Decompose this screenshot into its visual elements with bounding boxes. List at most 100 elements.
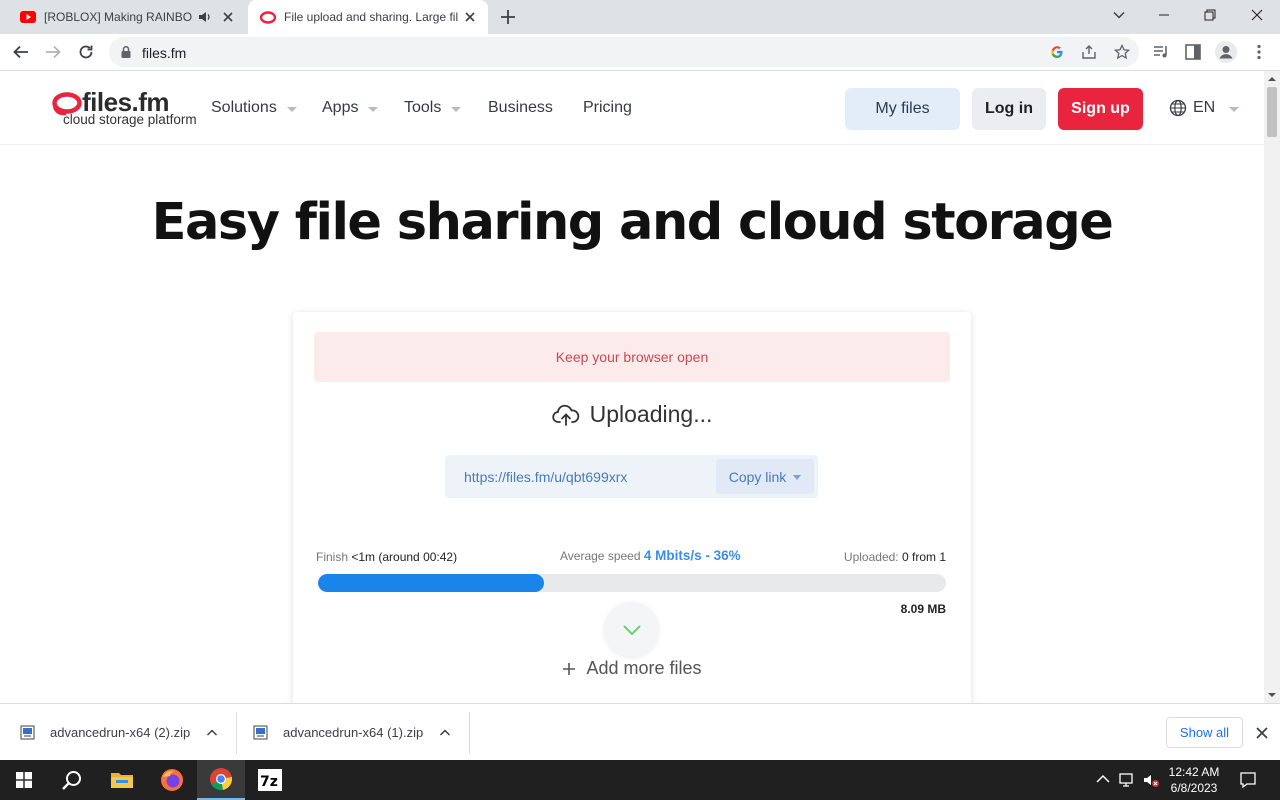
- firefox-button[interactable]: [148, 760, 196, 800]
- tab-search-button[interactable]: [1096, 0, 1142, 30]
- sign-up-button[interactable]: Sign up: [1058, 88, 1143, 130]
- scrollbar-thumb[interactable]: [1267, 87, 1277, 137]
- caret-down-icon: [286, 106, 297, 112]
- network-icon[interactable]: [1118, 771, 1136, 789]
- media-control-icon[interactable]: [1152, 43, 1170, 61]
- volume-muted-icon[interactable]: [1142, 771, 1160, 789]
- lock-icon[interactable]: [120, 45, 132, 59]
- notifications-icon[interactable]: [1239, 771, 1257, 789]
- nav-pricing[interactable]: Pricing: [583, 99, 632, 117]
- tab-title: File upload and sharing. Large fil: [284, 10, 459, 24]
- nav-tools[interactable]: Tools: [404, 99, 462, 117]
- close-window-button[interactable]: [1234, 0, 1280, 30]
- uploaded-value: 0 from 1: [901, 550, 946, 564]
- chevron-up-icon[interactable]: [439, 727, 451, 739]
- back-button[interactable]: [9, 40, 33, 64]
- download-separator: [469, 712, 470, 754]
- download-shelf: advancedrun-x64 (2).zip advancedrun-x64 …: [0, 703, 1280, 760]
- caret-down-icon: [368, 106, 379, 112]
- share-link-box: https://files.fm/u/qbt699xrx Copy link: [445, 455, 818, 498]
- language-selector[interactable]: EN: [1169, 99, 1240, 117]
- close-tab-icon[interactable]: [462, 9, 478, 25]
- menu-dots-icon[interactable]: [1250, 43, 1268, 61]
- page-scrollbar[interactable]: [1264, 71, 1280, 703]
- nav-apps[interactable]: Apps: [322, 99, 379, 117]
- chevron-up-icon[interactable]: [206, 727, 218, 739]
- scroll-down-arrow-icon[interactable]: [1264, 689, 1280, 701]
- chevron-down-icon: [622, 624, 641, 635]
- tab-roblox-video[interactable]: [ROBLOX] Making RAINBOW: [8, 0, 246, 34]
- windows-taskbar: 7z 12:42 AM 6/8/2023: [0, 760, 1280, 800]
- caret-down-icon: [451, 106, 462, 112]
- chrome-button[interactable]: [197, 760, 245, 800]
- close-icon: [1251, 9, 1263, 21]
- windows-logo-icon: [16, 772, 32, 788]
- folder-icon: [111, 773, 133, 788]
- close-shelf-icon[interactable]: [1253, 724, 1271, 742]
- bookmark-star-icon[interactable]: [1114, 44, 1130, 60]
- share-link-url[interactable]: https://files.fm/u/qbt699xrx: [464, 469, 627, 485]
- finish-label: Finish: [316, 550, 349, 564]
- google-translate-icon[interactable]: [1049, 44, 1065, 60]
- search-icon: [62, 771, 81, 790]
- download-item[interactable]: advancedrun-x64 (2).zip: [20, 704, 218, 761]
- tab-strip: [ROBLOX] Making RAINBOW File upload and …: [0, 0, 1280, 34]
- globe-icon: [1169, 99, 1187, 117]
- system-clock[interactable]: 12:42 AM 6/8/2023: [1164, 764, 1224, 796]
- show-all-downloads-button[interactable]: Show all: [1166, 717, 1243, 748]
- start-button[interactable]: [0, 760, 48, 800]
- close-tab-icon[interactable]: [220, 9, 236, 25]
- site-header: files.fm cloud storage platform Solution…: [0, 71, 1264, 145]
- add-more-files-label: Add more files: [586, 658, 702, 678]
- side-panel-icon[interactable]: [1184, 43, 1202, 61]
- file-explorer-button[interactable]: [98, 760, 146, 800]
- chrome-icon: [210, 768, 232, 791]
- tray-overflow-chevron-icon[interactable]: [1094, 771, 1112, 789]
- download-separator: [236, 712, 237, 754]
- address-bar[interactable]: files.fm: [109, 37, 1139, 67]
- url-text: files.fm: [142, 45, 187, 61]
- new-tab-icon[interactable]: [498, 7, 518, 27]
- nav-business[interactable]: Business: [488, 99, 553, 117]
- expand-files-button[interactable]: [604, 602, 659, 657]
- youtube-icon: [20, 11, 36, 23]
- finish-estimate: Finish <1m (around 00:42): [316, 550, 457, 564]
- forward-button[interactable]: [41, 40, 65, 64]
- forward-arrow-icon: [46, 45, 61, 59]
- reload-icon: [79, 45, 93, 59]
- copy-link-button[interactable]: Copy link: [716, 459, 814, 494]
- nav-solutions[interactable]: Solutions: [211, 99, 297, 117]
- minimize-button[interactable]: [1141, 0, 1187, 30]
- reload-button[interactable]: [74, 40, 98, 64]
- profile-avatar-icon[interactable]: [1215, 41, 1237, 63]
- add-more-files-button[interactable]: Add more files: [293, 658, 971, 679]
- upload-status-text: Uploading...: [589, 401, 713, 427]
- 7zip-button[interactable]: 7z: [246, 760, 294, 800]
- uploaded-count: Uploaded: 0 from 1: [844, 550, 946, 564]
- minimize-icon: [1159, 14, 1169, 16]
- tab-title: [ROBLOX] Making RAINBOW: [44, 10, 192, 24]
- speaker-icon[interactable]: [198, 10, 212, 24]
- share-icon[interactable]: [1081, 44, 1097, 60]
- clock-time: 12:42 AM: [1168, 765, 1220, 779]
- log-in-button[interactable]: Log in: [972, 88, 1046, 130]
- restore-icon: [1204, 9, 1216, 21]
- download-item[interactable]: advancedrun-x64 (1).zip: [253, 704, 451, 761]
- speed-value: 4 Mbits/s - 36%: [643, 548, 741, 563]
- nav-apps-label: Apps: [322, 99, 359, 116]
- nav-tools-label: Tools: [404, 99, 442, 116]
- chevron-down-icon: [1113, 11, 1125, 19]
- 7zip-icon: 7z: [258, 769, 282, 791]
- tab-files-fm[interactable]: File upload and sharing. Large fil: [248, 0, 488, 34]
- upload-card: Keep your browser open Uploading... http…: [293, 312, 971, 703]
- svg-text:7z: 7z: [260, 774, 278, 790]
- scroll-up-arrow-icon[interactable]: [1264, 73, 1280, 85]
- restore-button[interactable]: [1187, 0, 1233, 30]
- my-files-button[interactable]: My files: [845, 88, 960, 130]
- logo-tagline: cloud storage platform: [63, 112, 197, 127]
- search-button[interactable]: [48, 760, 96, 800]
- zip-file-icon: [253, 725, 268, 739]
- download-filename: advancedrun-x64 (2).zip: [50, 725, 191, 740]
- nav-solutions-label: Solutions: [211, 99, 277, 116]
- firefox-icon: [161, 769, 183, 791]
